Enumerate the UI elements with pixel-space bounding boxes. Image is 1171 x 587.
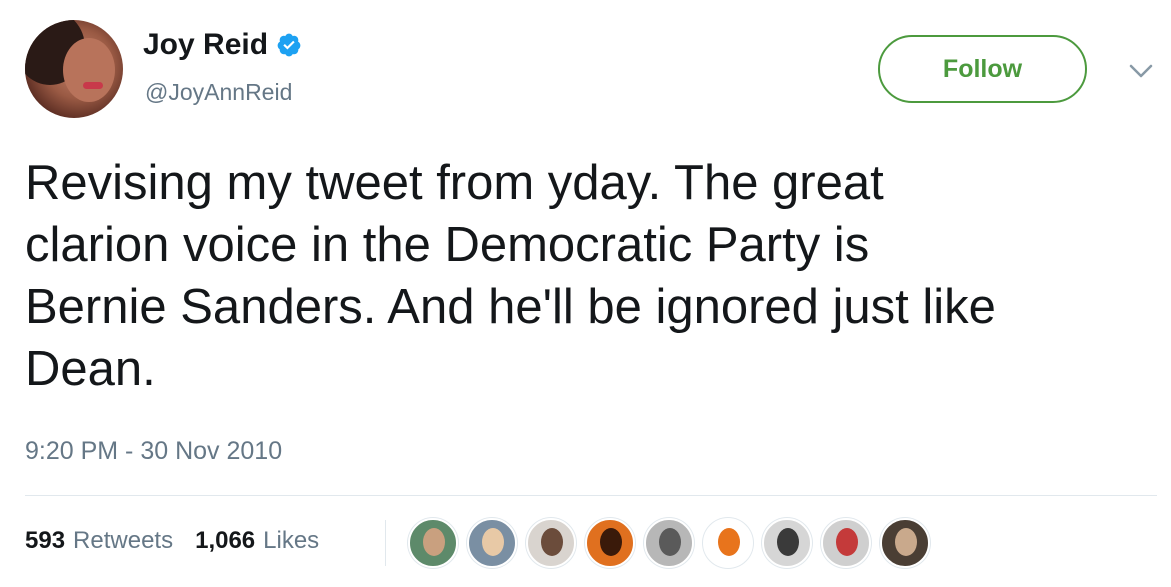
liker-avatar-figure — [895, 528, 917, 556]
liker-avatar-figure — [836, 528, 858, 556]
user-handle[interactable]: @JoyAnnReid — [145, 79, 292, 106]
liker-avatar-figure — [659, 528, 681, 556]
tweet-stats: 593 Retweets 1,066 Likes — [25, 527, 319, 555]
tweet-text: Revising my tweet from yday. The great c… — [25, 156, 996, 396]
retweets-stat[interactable]: 593 Retweets — [25, 527, 173, 555]
follow-button[interactable]: Follow — [878, 35, 1087, 103]
name-row: Joy Reid — [143, 28, 302, 62]
liker-avatar-figure — [777, 528, 799, 556]
tweet-timestamp[interactable]: 9:20 PM - 30 Nov 2010 — [25, 437, 282, 466]
chevron-down-icon[interactable] — [1128, 62, 1154, 80]
verified-badge-icon — [277, 33, 301, 57]
liker-avatar-figure — [482, 528, 504, 556]
liker-avatars — [408, 518, 930, 568]
likes-label: Likes — [263, 527, 320, 554]
liker-avatar[interactable] — [408, 518, 458, 568]
liker-avatar[interactable] — [880, 518, 930, 568]
profile-avatar[interactable] — [25, 20, 123, 118]
liker-avatar[interactable] — [644, 518, 694, 568]
liker-avatar-figure — [600, 528, 622, 556]
liker-avatar[interactable] — [526, 518, 576, 568]
stats-separator — [385, 520, 386, 566]
retweets-count: 593 — [25, 527, 66, 554]
liker-avatar[interactable] — [762, 518, 812, 568]
liker-avatar[interactable] — [585, 518, 635, 568]
liker-avatar-figure — [541, 528, 563, 556]
divider — [25, 495, 1157, 496]
likes-stat[interactable]: 1,066 Likes — [195, 527, 319, 555]
liker-avatar[interactable] — [467, 518, 517, 568]
liker-avatar-figure — [718, 528, 740, 556]
liker-avatar-figure — [423, 528, 445, 556]
liker-avatar[interactable] — [703, 518, 753, 568]
avatar-face — [63, 38, 115, 102]
liker-avatar[interactable] — [821, 518, 871, 568]
likes-count: 1,066 — [195, 527, 256, 554]
display-name[interactable]: Joy Reid — [143, 28, 268, 62]
retweets-label: Retweets — [73, 527, 174, 554]
avatar-lips — [83, 82, 103, 89]
